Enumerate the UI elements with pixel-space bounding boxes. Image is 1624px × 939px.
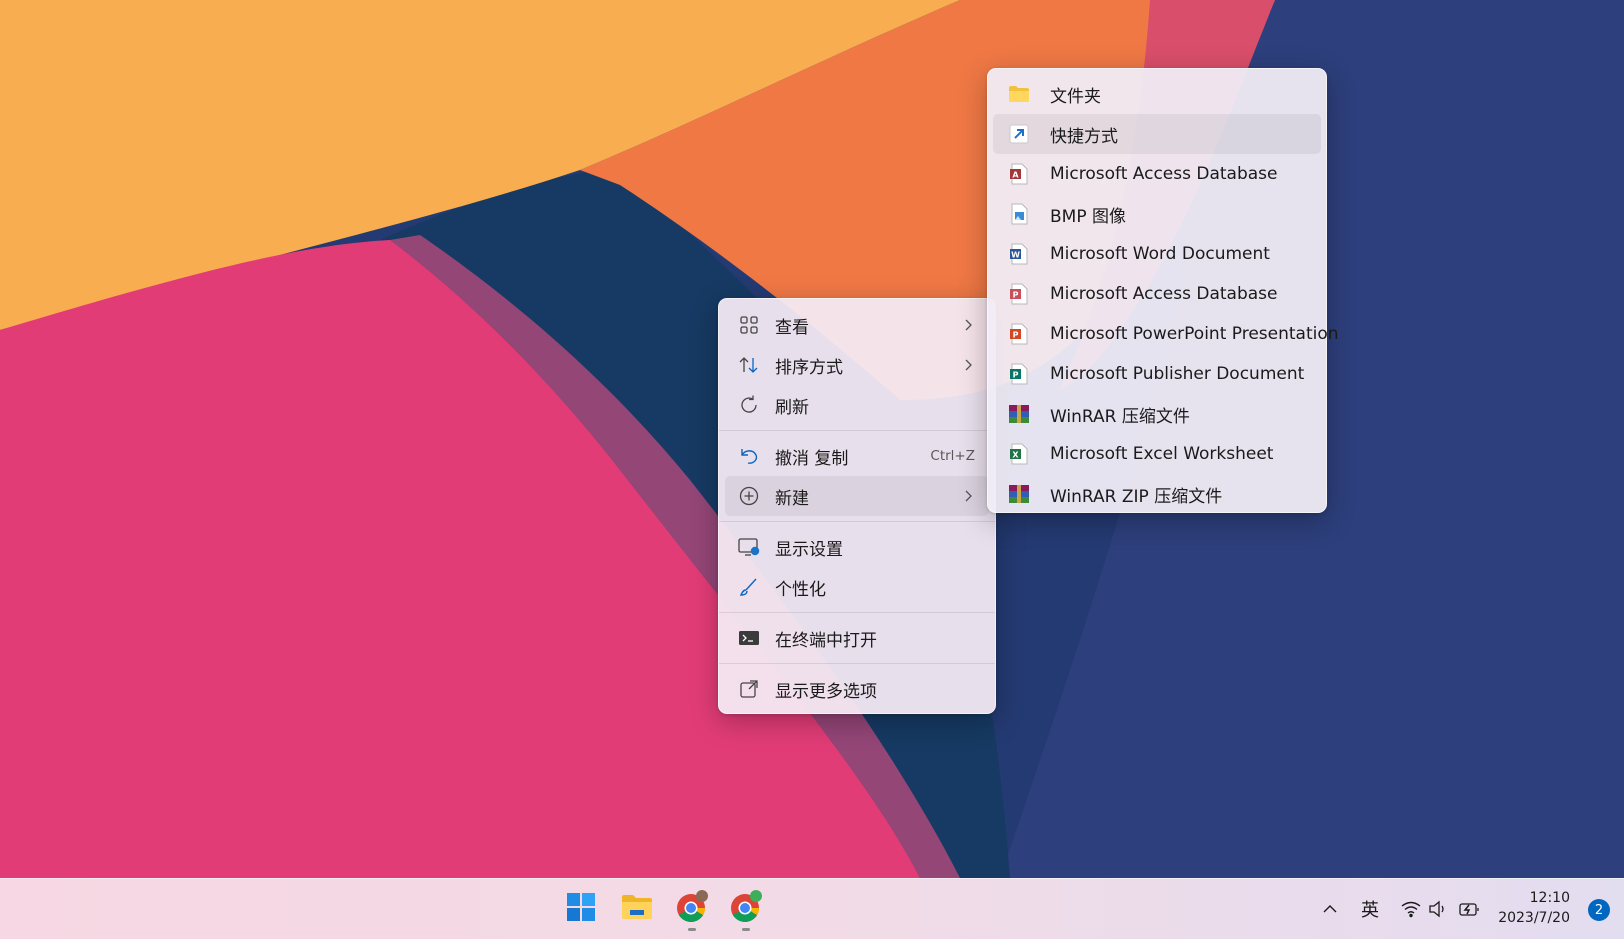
undo-icon [737,444,761,468]
taskbar-chrome-1[interactable] [672,889,712,931]
taskbar-chrome-2[interactable] [726,889,766,931]
menu-item-undo-copy[interactable]: 撤消 复制 Ctrl+Z [725,436,989,476]
submenu-item-excel[interactable]: X Microsoft Excel Worksheet [993,434,1321,474]
desktop-context-menu: 查看 排序方式 刷新 撤消 复制 Ctrl+Z 新建 显示设置 个性化 在终端中… [718,298,996,714]
chevron-right-icon [965,359,972,371]
menu-separator [719,430,995,431]
excel-icon: X [1008,443,1030,465]
submenu-item-winrar[interactable]: WinRAR 压缩文件 [993,394,1321,434]
more-options-icon [737,677,761,701]
grid-icon [737,313,761,337]
submenu-item-publisher[interactable]: P Microsoft Publisher Document [993,354,1321,394]
svg-text:P: P [1013,331,1019,340]
taskbar-file-explorer[interactable] [617,889,657,929]
start-button[interactable] [561,889,601,929]
windows-start-icon [566,892,596,926]
chrome-icon [675,890,709,928]
svg-text:X: X [1012,451,1019,460]
submenu-item-label: WinRAR 压缩文件 [1050,406,1190,427]
brush-icon [737,575,761,599]
svg-text:A: A [1012,171,1019,180]
menu-item-label: 新建 [775,488,809,509]
svg-text:W: W [1011,251,1020,260]
menu-item-personalize[interactable]: 个性化 [725,567,989,607]
menu-item-label: 显示设置 [775,539,843,560]
new-plus-icon [737,484,761,508]
menu-item-label: 在终端中打开 [775,630,877,651]
powerpoint-icon: P [1008,323,1030,345]
chrome-icon [729,890,763,928]
submenu-item-powerpoint[interactable]: P Microsoft PowerPoint Presentation [993,314,1339,354]
submenu-item-label: Microsoft Access Database [1050,164,1278,184]
submenu-item-label: 文件夹 [1050,86,1101,107]
submenu-item-winrar-zip[interactable]: WinRAR ZIP 压缩文件 [993,474,1321,514]
access-icon: A [1008,163,1030,185]
access-icon: P [1008,283,1030,305]
terminal-icon [737,626,761,650]
menu-item-show-more-options[interactable]: 显示更多选项 [725,669,989,709]
menu-item-label: 排序方式 [775,357,843,378]
menu-item-label: 个性化 [775,579,826,600]
menu-item-label: 刷新 [775,397,809,418]
svg-text:P: P [1013,371,1019,380]
submenu-item-word-document[interactable]: W Microsoft Word Document [993,234,1321,274]
ime-indicator[interactable]: 英 [1356,879,1384,939]
submenu-item-label: Microsoft Access Database [1050,284,1278,304]
wifi-icon[interactable] [1396,879,1426,939]
word-icon: W [1008,243,1030,265]
battery-charging-icon[interactable] [1455,879,1485,939]
shortcut-hint: Ctrl+Z [930,448,975,464]
publisher-icon: P [1008,363,1030,385]
taskbar: 英 12:10 2023/7/20 2 [0,878,1624,939]
display-settings-icon [737,535,761,559]
menu-item-label: 显示更多选项 [775,681,877,702]
menu-separator [719,521,995,522]
submenu-item-label: Microsoft PowerPoint Presentation [1050,324,1339,344]
chevron-right-icon [965,490,972,502]
menu-separator [719,612,995,613]
submenu-item-label: Microsoft Publisher Document [1050,364,1305,384]
submenu-item-access-database[interactable]: A Microsoft Access Database [993,154,1321,194]
clock[interactable]: 12:10 2023/7/20 [1498,888,1570,928]
bmp-icon [1008,203,1030,225]
menu-item-open-terminal[interactable]: 在终端中打开 [725,618,989,658]
menu-item-view[interactable]: 查看 [725,305,989,345]
submenu-item-access-database-2[interactable]: P Microsoft Access Database [993,274,1321,314]
submenu-item-label: 快捷方式 [1050,126,1118,147]
chevron-up-icon [1323,905,1337,913]
sort-icon [737,353,761,377]
svg-text:P: P [1013,291,1019,300]
submenu-item-bmp-image[interactable]: BMP 图像 [993,194,1321,234]
menu-item-refresh[interactable]: 刷新 [725,385,989,425]
clock-date: 2023/7/20 [1498,910,1570,926]
submenu-item-label: Microsoft Excel Worksheet [1050,444,1274,464]
clock-time: 12:10 [1529,890,1570,906]
notification-badge[interactable]: 2 [1588,899,1610,921]
running-indicator [742,928,750,931]
file-explorer-icon [621,893,653,925]
chevron-right-icon [965,319,972,331]
menu-item-sort[interactable]: 排序方式 [725,345,989,385]
submenu-item-label: BMP 图像 [1050,206,1126,227]
menu-item-display-settings[interactable]: 显示设置 [725,527,989,567]
submenu-item-folder[interactable]: 文件夹 [993,74,1321,114]
submenu-item-label: WinRAR ZIP 压缩文件 [1050,486,1223,507]
volume-icon[interactable] [1425,879,1451,939]
submenu-item-label: Microsoft Word Document [1050,244,1270,264]
menu-item-new[interactable]: 新建 [725,476,989,516]
folder-icon [1008,83,1030,105]
winrar-zip-icon [1008,483,1030,505]
show-hidden-icons-button[interactable] [1318,879,1342,939]
menu-item-label: 查看 [775,317,809,338]
new-submenu: 文件夹 快捷方式 A Microsoft Access Database BMP… [987,68,1339,514]
menu-item-label: 撤消 复制 [775,448,849,469]
submenu-item-shortcut[interactable]: 快捷方式 [993,114,1321,154]
shortcut-icon [1008,123,1030,145]
winrar-icon [1008,403,1030,425]
refresh-icon [737,393,761,417]
menu-separator [719,663,995,664]
running-indicator [688,928,696,931]
